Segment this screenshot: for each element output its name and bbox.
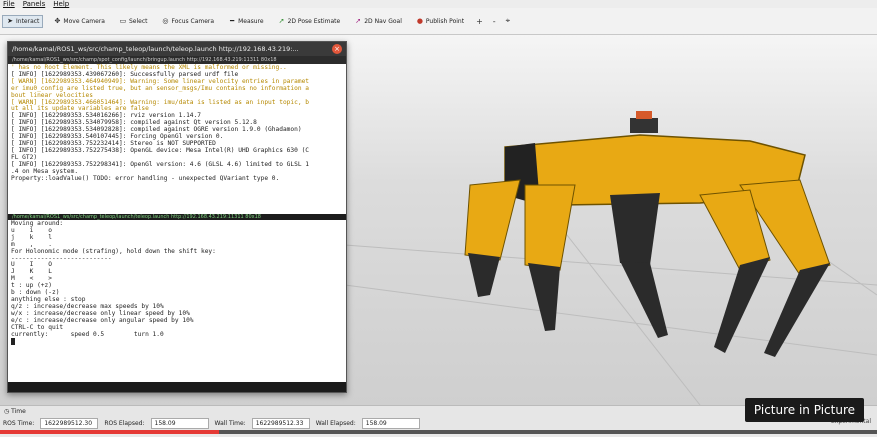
video-progress-bar[interactable] [0, 430, 877, 434]
publish-point-tool[interactable]: ● Publish Point [412, 15, 468, 28]
menu-bar: File Panels Help [0, 0, 877, 8]
measure-icon: ━ [229, 16, 235, 25]
close-icon[interactable]: × [332, 44, 342, 54]
nav-goal-icon: ➚ [355, 16, 362, 25]
interact-tool[interactable]: ➤ Interact [2, 14, 44, 28]
focus-camera-tool[interactable]: ◎ Focus Camera [157, 15, 218, 28]
tool-properties-icon[interactable]: ⌖ [504, 16, 513, 26]
terminal-line: Moving around: [11, 220, 64, 227]
focus-camera-icon: ◎ [162, 16, 169, 25]
terminal-line: U I O [11, 261, 52, 269]
wall-time-field: 1622989512.33 [251, 418, 310, 429]
terminal-title: /home/kamal/ROS1_ws/src/champ_teleop/lau… [12, 45, 299, 53]
rviz-toolbar: ➤ Interact ✥ Move Camera ▭ Select ◎ Focus Ca… [0, 8, 877, 35]
terminal-window[interactable]: /home/kamal/ROS1_ws/src/champ_teleop/lau… [7, 41, 347, 393]
menu-help[interactable]: Help [53, 0, 69, 8]
publish-point-icon: ● [416, 16, 423, 25]
add-tool-button[interactable]: + [474, 17, 485, 26]
terminal-line: --------------------------- [11, 254, 112, 262]
terminal-pane-teleop[interactable]: Moving around: u i oj k lm , . For Holonom… [8, 220, 346, 382]
terminal-cursor [11, 338, 343, 348]
terminal-line: Property::loadValue() TODO: error handli… [11, 174, 280, 182]
terminal-line: t : up (+z) [11, 282, 52, 290]
terminal-titlebar[interactable]: /home/kamal/ROS1_ws/src/champ_teleop/lau… [8, 42, 346, 56]
pose-estimate-icon: ➚ [278, 16, 285, 25]
terminal-line: currently: speed 0.5 turn 1.0 [11, 330, 164, 338]
terminal-line: J K L [11, 268, 52, 276]
nav-goal-tool[interactable]: ➚ 2D Nav Goal [350, 15, 406, 28]
measure-tool[interactable]: ━ Measure [224, 15, 268, 28]
terminal-pane-bringup[interactable]: ' has no Root Element. This likely means… [8, 64, 346, 214]
move-camera-icon: ✥ [54, 16, 61, 25]
pose-estimate-tool[interactable]: ➚ 2D Pose Estimate [274, 15, 345, 28]
terminal-tab[interactable]: /home/kamal/ROS1_ws/src/champ/spot_confi… [8, 56, 346, 64]
spot-robot [464, 111, 831, 357]
remove-tool-button[interactable]: - [491, 17, 498, 26]
terminal-line: j k l [11, 233, 52, 241]
picture-in-picture-button[interactable]: Picture in Picture [744, 398, 864, 422]
terminal-line: M < > [11, 275, 52, 283]
ros-elapsed-field: 158.09 [150, 418, 209, 429]
select-tool[interactable]: ▭ Select [115, 15, 152, 28]
video-progress-fill [0, 430, 220, 434]
menu-panels[interactable]: Panels [23, 0, 46, 8]
menu-file[interactable]: File [3, 0, 15, 8]
ros-time-field: 1622989512.30 [40, 418, 99, 429]
terminal-line: [ INFO] [1622989353.752275438]: OpenGL d… [11, 146, 310, 154]
select-icon: ▭ [119, 16, 127, 25]
cursor-icon: ➤ [7, 16, 13, 25]
wall-elapsed-field: 158.09 [361, 418, 420, 429]
terminal-line: u i o [11, 226, 52, 234]
move-camera-tool[interactable]: ✥ Move Camera [49, 15, 109, 28]
